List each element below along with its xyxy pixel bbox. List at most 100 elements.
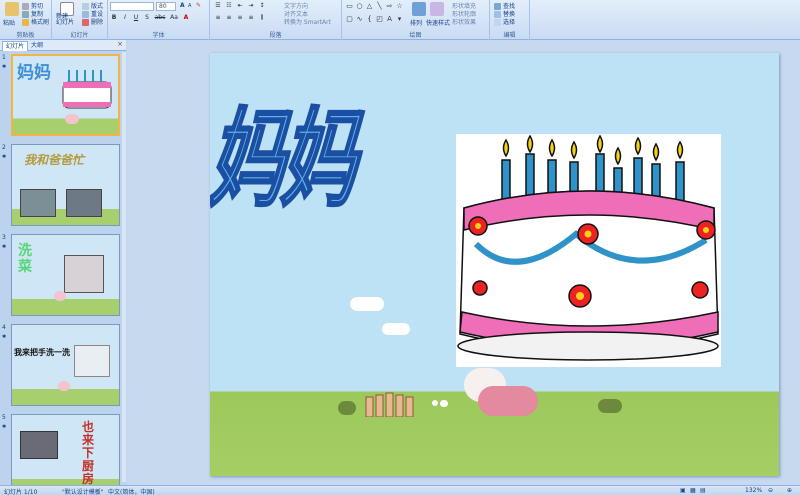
line-shape-icon[interactable]: ╲ <box>375 2 384 14</box>
normal-view-icon[interactable]: ▣ <box>680 487 686 494</box>
brush-icon <box>22 19 29 26</box>
font-label: 字体 <box>152 32 165 39</box>
paste-icon[interactable] <box>5 2 19 16</box>
drawing-group: ▭ ○ △ ╲ ⇨ ☆ ▢ ∿{◰ A ▾ 排列 快速样式 形状填充 形状轮廓 形状效果 绘图 <box>342 0 490 40</box>
rounded-rect-shape-icon[interactable]: ▢ <box>345 15 354 27</box>
zoom-out-icon[interactable]: ⊖ <box>768 487 773 494</box>
editing-label: 编辑 <box>503 32 516 39</box>
paragraph-group: ☰ ☷ ⇤ ⇥ ↕ ≡ ≡ ≡ ≡ ⫼ 文字方向 对齐文本 转换为 SmartA… <box>210 0 342 40</box>
justify-icon[interactable]: ≡ <box>247 14 255 22</box>
quick-styles-icon[interactable] <box>430 2 444 16</box>
paragraph-label: 段落 <box>269 32 282 39</box>
shapes-gallery[interactable]: ▭ ○ △ ╲ ⇨ ☆ ▢ ∿{◰ A ▾ <box>345 2 405 26</box>
slide-counter: 幻灯片 1/10 <box>4 489 38 495</box>
more-shapes-icon[interactable]: ▾ <box>395 15 404 27</box>
shadow-button[interactable]: S <box>143 14 151 22</box>
character-icon <box>58 381 70 391</box>
star-shape-icon[interactable]: ☆ <box>395 2 404 14</box>
convert-smartart-button[interactable]: 转换为 SmartArt <box>284 17 331 26</box>
bullets-icon[interactable]: ☰ <box>214 2 222 10</box>
thumbnail[interactable]: 洗菜 <box>11 234 120 316</box>
clear-format-icon[interactable]: ✎ <box>196 2 201 9</box>
italic-button[interactable]: I <box>121 14 129 22</box>
thumbnail[interactable]: 妈妈 <box>11 54 120 136</box>
close-icon[interactable]: × <box>117 40 123 48</box>
thumbnail[interactable]: 我来把手洗一洗 <box>11 324 120 406</box>
brace-shape-icon[interactable]: { <box>365 15 374 27</box>
shrink-font-button[interactable]: A <box>188 3 191 9</box>
cloud-icon <box>382 323 410 335</box>
thumbnail[interactable]: 我和爸爸忙 <box>11 144 120 226</box>
arrange-icon[interactable] <box>412 2 426 16</box>
clipboard-label: 剪贴板 <box>16 32 35 39</box>
slide-canvas[interactable]: 妈妈 <box>210 53 779 476</box>
new-slide-button[interactable]: 新建 幻灯片 <box>56 14 74 26</box>
curve-shape-icon[interactable]: ∿ <box>355 15 364 27</box>
zoom-in-icon[interactable]: ⊕ <box>787 487 792 494</box>
cake-drawing <box>457 134 719 361</box>
language-indicator[interactable]: 中文(简体，中国) <box>108 487 155 495</box>
select-button[interactable]: 选择 <box>494 17 515 26</box>
format-painter-button[interactable]: 格式刷 <box>22 17 49 26</box>
triangle-shape-icon[interactable]: △ <box>365 2 374 14</box>
animation-star-icon: ✱ <box>2 334 7 340</box>
numbering-icon[interactable]: ☷ <box>225 2 233 10</box>
increase-indent-icon[interactable]: ⇥ <box>247 2 255 10</box>
font-color-button[interactable]: A <box>182 14 190 22</box>
arrange-button[interactable]: 排列 <box>410 18 422 27</box>
tab-outline[interactable]: 大纲 <box>28 41 46 51</box>
slideshow-view-icon[interactable]: ▤ <box>700 487 706 494</box>
font-size-select[interactable]: 80 <box>156 2 176 11</box>
shape-effects-button[interactable]: 形状效果 <box>452 17 476 26</box>
cloud-icon <box>350 297 384 311</box>
photo-icon <box>64 255 104 293</box>
align-left-icon[interactable]: ≡ <box>214 14 222 22</box>
align-center-icon[interactable]: ≡ <box>225 14 233 22</box>
decrease-indent-icon[interactable]: ⇤ <box>236 2 244 10</box>
align-row: ≡ ≡ ≡ ≡ ⫼ <box>214 14 266 22</box>
slide-number: 2 <box>2 144 6 151</box>
photo-icon <box>66 189 102 217</box>
font-group: 80 A A ✎ B I U S abc Aa A 字体 <box>108 0 210 40</box>
zoom-level[interactable]: 132% <box>745 487 762 494</box>
stove-photo-icon <box>20 431 58 459</box>
status-bar: 幻灯片 1/10 "默认设计模板" ✓ 中文(简体，中国) ▣ ▦ ▤ 132%… <box>0 485 800 495</box>
grow-font-button[interactable]: A <box>180 2 185 9</box>
clipboard-group: 粘贴 剪切 复制 格式刷 剪贴板 <box>0 0 52 40</box>
oval-shape-icon[interactable]: ○ <box>355 2 364 14</box>
sorter-view-icon[interactable]: ▦ <box>690 487 696 494</box>
character-icon <box>54 291 66 301</box>
quick-styles-button[interactable]: 快速样式 <box>426 18 450 27</box>
paste-button[interactable]: 粘贴 <box>3 18 15 27</box>
arrow-shape-icon[interactable]: ⇨ <box>385 2 394 14</box>
align-right-icon[interactable]: ≡ <box>236 14 244 22</box>
spellcheck-icon[interactable]: ✓ <box>96 487 101 494</box>
font-name-select[interactable] <box>110 2 154 11</box>
callout-shape-icon[interactable]: ◰ <box>375 15 384 27</box>
underline-button[interactable]: U <box>132 14 140 22</box>
slide-number: 5 <box>2 414 6 421</box>
ribbon: 粘贴 剪切 复制 格式刷 剪贴板 新建 幻灯片 版式 重设 删除 幻灯片 80 … <box>0 0 800 40</box>
slide-title[interactable]: 妈妈 <box>210 73 378 227</box>
bold-button[interactable]: B <box>110 14 118 22</box>
slides-pane: 幻灯片 大纲 × 1 ✱ 妈妈 2 ✱ 我和爸爸忙 3 ✱ 洗菜 4 ✱ 我来把… <box>0 40 126 495</box>
delete-button[interactable]: 删除 <box>82 17 103 26</box>
pane-scrollbar[interactable] <box>122 52 126 482</box>
tab-slides[interactable]: 幻灯片 <box>2 41 29 51</box>
slide-number: 4 <box>2 324 6 331</box>
thumbnail-title: 妈妈 <box>17 63 51 83</box>
photo-icon <box>20 189 56 217</box>
change-case-button[interactable]: Aa <box>169 14 179 22</box>
slides-label: 幻灯片 <box>70 32 89 39</box>
fence-icon <box>365 392 414 417</box>
font-format-row: B I U S abc Aa A <box>110 14 190 22</box>
line-spacing-icon[interactable]: ↕ <box>258 2 266 10</box>
rectangle-shape-icon[interactable]: ▭ <box>345 2 354 14</box>
text-shape-icon[interactable]: A <box>385 15 394 27</box>
list-row: ☰ ☷ ⇤ ⇥ ↕ <box>214 2 266 10</box>
strikethrough-button[interactable]: abc <box>154 14 166 22</box>
columns-icon[interactable]: ⫼ <box>258 14 266 22</box>
pane-tabs: 幻灯片 大纲 × <box>0 40 126 51</box>
birthday-cake-image[interactable] <box>456 134 721 367</box>
thumbnail[interactable]: 也来下厨房 <box>11 414 120 495</box>
